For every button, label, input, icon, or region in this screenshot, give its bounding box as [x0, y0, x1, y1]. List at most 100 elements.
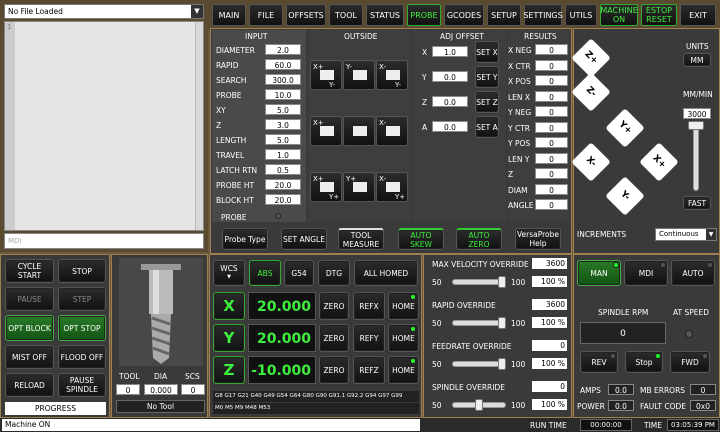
all-homed-button[interactable]: ALL HOMED: [354, 260, 418, 286]
input-value[interactable]: 5.0: [265, 104, 301, 115]
input-value[interactable]: 60.0: [265, 59, 301, 70]
g54-button[interactable]: G54: [284, 260, 314, 286]
zero-button[interactable]: ZERO: [319, 292, 349, 320]
tab-exit[interactable]: EXIT: [680, 4, 716, 26]
result-label: LEN X: [508, 92, 531, 102]
cycle-start-button[interactable]: CYCLE START: [5, 259, 54, 283]
chevron-down-icon[interactable]: ▼: [191, 5, 203, 18]
machine-on-button[interactable]: MACHINE ON: [600, 4, 638, 26]
flood-button[interactable]: FLOOD OFF: [58, 345, 106, 369]
probe-xm-button[interactable]: X-: [376, 116, 408, 146]
input-value[interactable]: 20.0: [265, 194, 301, 205]
input-value[interactable]: 0.5: [265, 164, 301, 175]
units-button[interactable]: MM: [683, 53, 711, 67]
result-value: 0: [535, 75, 568, 86]
mdi-input[interactable]: MDI: [4, 233, 204, 249]
axis-label[interactable]: Z: [213, 356, 245, 384]
input-value[interactable]: 1.0: [265, 149, 301, 160]
tool-scs: 0: [181, 384, 205, 395]
pause-spindle-button[interactable]: PAUSE SPINDLE: [58, 373, 106, 397]
tab-offsets[interactable]: OFFSETS: [286, 4, 326, 26]
tab-setup[interactable]: SETUP: [487, 4, 521, 26]
override-max: 100: [511, 360, 526, 369]
adj-offset-value[interactable]: 0.0: [432, 121, 468, 132]
probe-type-button[interactable]: Probe Type: [222, 228, 268, 250]
abs-button[interactable]: ABS: [249, 260, 281, 286]
set-offset-button[interactable]: SET Y: [475, 66, 499, 88]
axis-label[interactable]: Y: [213, 324, 245, 352]
result-value: 0: [535, 90, 568, 102]
override-label: SPINDLE OVERRIDE: [432, 383, 505, 392]
file-selector[interactable]: No File Loaded ▼: [4, 4, 204, 19]
zero-button[interactable]: ZERO: [319, 324, 349, 352]
tab-tool[interactable]: TOOL: [329, 4, 363, 26]
set-offset-button[interactable]: SET X: [475, 41, 499, 63]
ref-button[interactable]: REFZ: [353, 356, 385, 384]
override-slider-knob[interactable]: [498, 358, 506, 370]
reload-button[interactable]: RELOAD: [5, 373, 54, 397]
home-indicator: [410, 326, 416, 332]
set-angle-button[interactable]: SET ANGLE: [281, 228, 327, 250]
tab-probe[interactable]: PROBE: [407, 4, 441, 26]
tab-utils[interactable]: UTILS: [565, 4, 597, 26]
editor-scrollbar[interactable]: [195, 22, 203, 230]
jog-rate-value[interactable]: 3000: [683, 108, 711, 119]
fast-button[interactable]: FAST: [683, 196, 711, 210]
adj-offset-value[interactable]: 0.0: [432, 96, 468, 107]
fwd-indicator: [702, 353, 708, 359]
axis-label[interactable]: X: [213, 292, 245, 320]
override-slider-knob[interactable]: [498, 276, 506, 288]
jog-rate-knob[interactable]: [688, 121, 704, 130]
opt-block-button[interactable]: OPT BLOCK: [5, 315, 54, 341]
pause-button[interactable]: PAUSE: [5, 287, 54, 311]
probe-xp-button[interactable]: X+: [310, 116, 342, 146]
probe-ym-button[interactable]: Y-: [343, 60, 375, 90]
estop-reset-button[interactable]: ESTOP RESET: [641, 4, 677, 26]
override-percent: 100 %: [532, 358, 567, 369]
input-value[interactable]: 20.0: [265, 179, 301, 190]
jog-rate-slider[interactable]: [693, 125, 699, 191]
dtg-button[interactable]: DTG: [318, 260, 350, 286]
versaprobe-help-button[interactable]: VersaProbe Help: [515, 228, 561, 250]
tab-status[interactable]: STATUS: [366, 4, 404, 26]
probe-xm-yp-button[interactable]: X- Y+: [376, 172, 408, 202]
probe-xp-ym-button[interactable]: X+ Y-: [310, 60, 342, 90]
gcode-editor[interactable]: 1: [4, 21, 204, 231]
auto-skew-button[interactable]: AUTO SKEW: [398, 228, 444, 250]
input-value[interactable]: 2.0: [265, 44, 301, 55]
step-button[interactable]: STEP: [58, 287, 106, 311]
auto-zero-button[interactable]: AUTO ZERO: [456, 228, 502, 250]
zero-button[interactable]: ZERO: [319, 356, 349, 384]
result-value: 0: [535, 121, 568, 133]
set-offset-button[interactable]: SET A: [475, 116, 499, 138]
wcs-button[interactable]: WCS ▼: [213, 260, 245, 286]
increments-select[interactable]: Continuous ▼: [655, 228, 717, 241]
adj-offset-value[interactable]: 1.0: [432, 46, 468, 57]
direction-label: X+: [313, 175, 324, 183]
outside-title: OUTSIDE: [344, 32, 378, 41]
tab-gcodes[interactable]: GCODES: [444, 4, 484, 26]
input-value[interactable]: 10.0: [265, 89, 301, 100]
stop-button[interactable]: STOP: [58, 259, 106, 283]
input-value[interactable]: 3.0: [265, 119, 301, 130]
tool-measure-button[interactable]: TOOL MEASURE: [338, 228, 384, 250]
tab-file[interactable]: FILE: [249, 4, 283, 26]
probe-xp-yp-button[interactable]: X+ Y+: [310, 172, 342, 202]
override-slider-knob[interactable]: [498, 317, 506, 329]
probe-yp-button[interactable]: Y+: [343, 172, 375, 202]
set-offset-button[interactable]: SET Z: [475, 91, 499, 113]
tab-main[interactable]: MAIN: [212, 4, 246, 26]
mdi-indicator: [660, 262, 666, 268]
probe-center-button[interactable]: [343, 116, 375, 146]
input-value[interactable]: 5.0: [265, 134, 301, 145]
opt-stop-button[interactable]: OPT STOP: [58, 315, 106, 341]
adj-offset-value[interactable]: 0.0: [432, 71, 468, 82]
input-value[interactable]: 300.0: [265, 74, 301, 85]
mist-button[interactable]: MIST OFF: [5, 345, 54, 369]
ref-button[interactable]: REFX: [353, 292, 385, 320]
override-slider-knob[interactable]: [475, 399, 483, 411]
probe-xm-ym-button[interactable]: X- Y-: [376, 60, 408, 90]
ref-button[interactable]: REFY: [353, 324, 385, 352]
adj-axis-label: Y: [422, 73, 427, 82]
tab-settings[interactable]: SETTINGS: [523, 4, 563, 26]
